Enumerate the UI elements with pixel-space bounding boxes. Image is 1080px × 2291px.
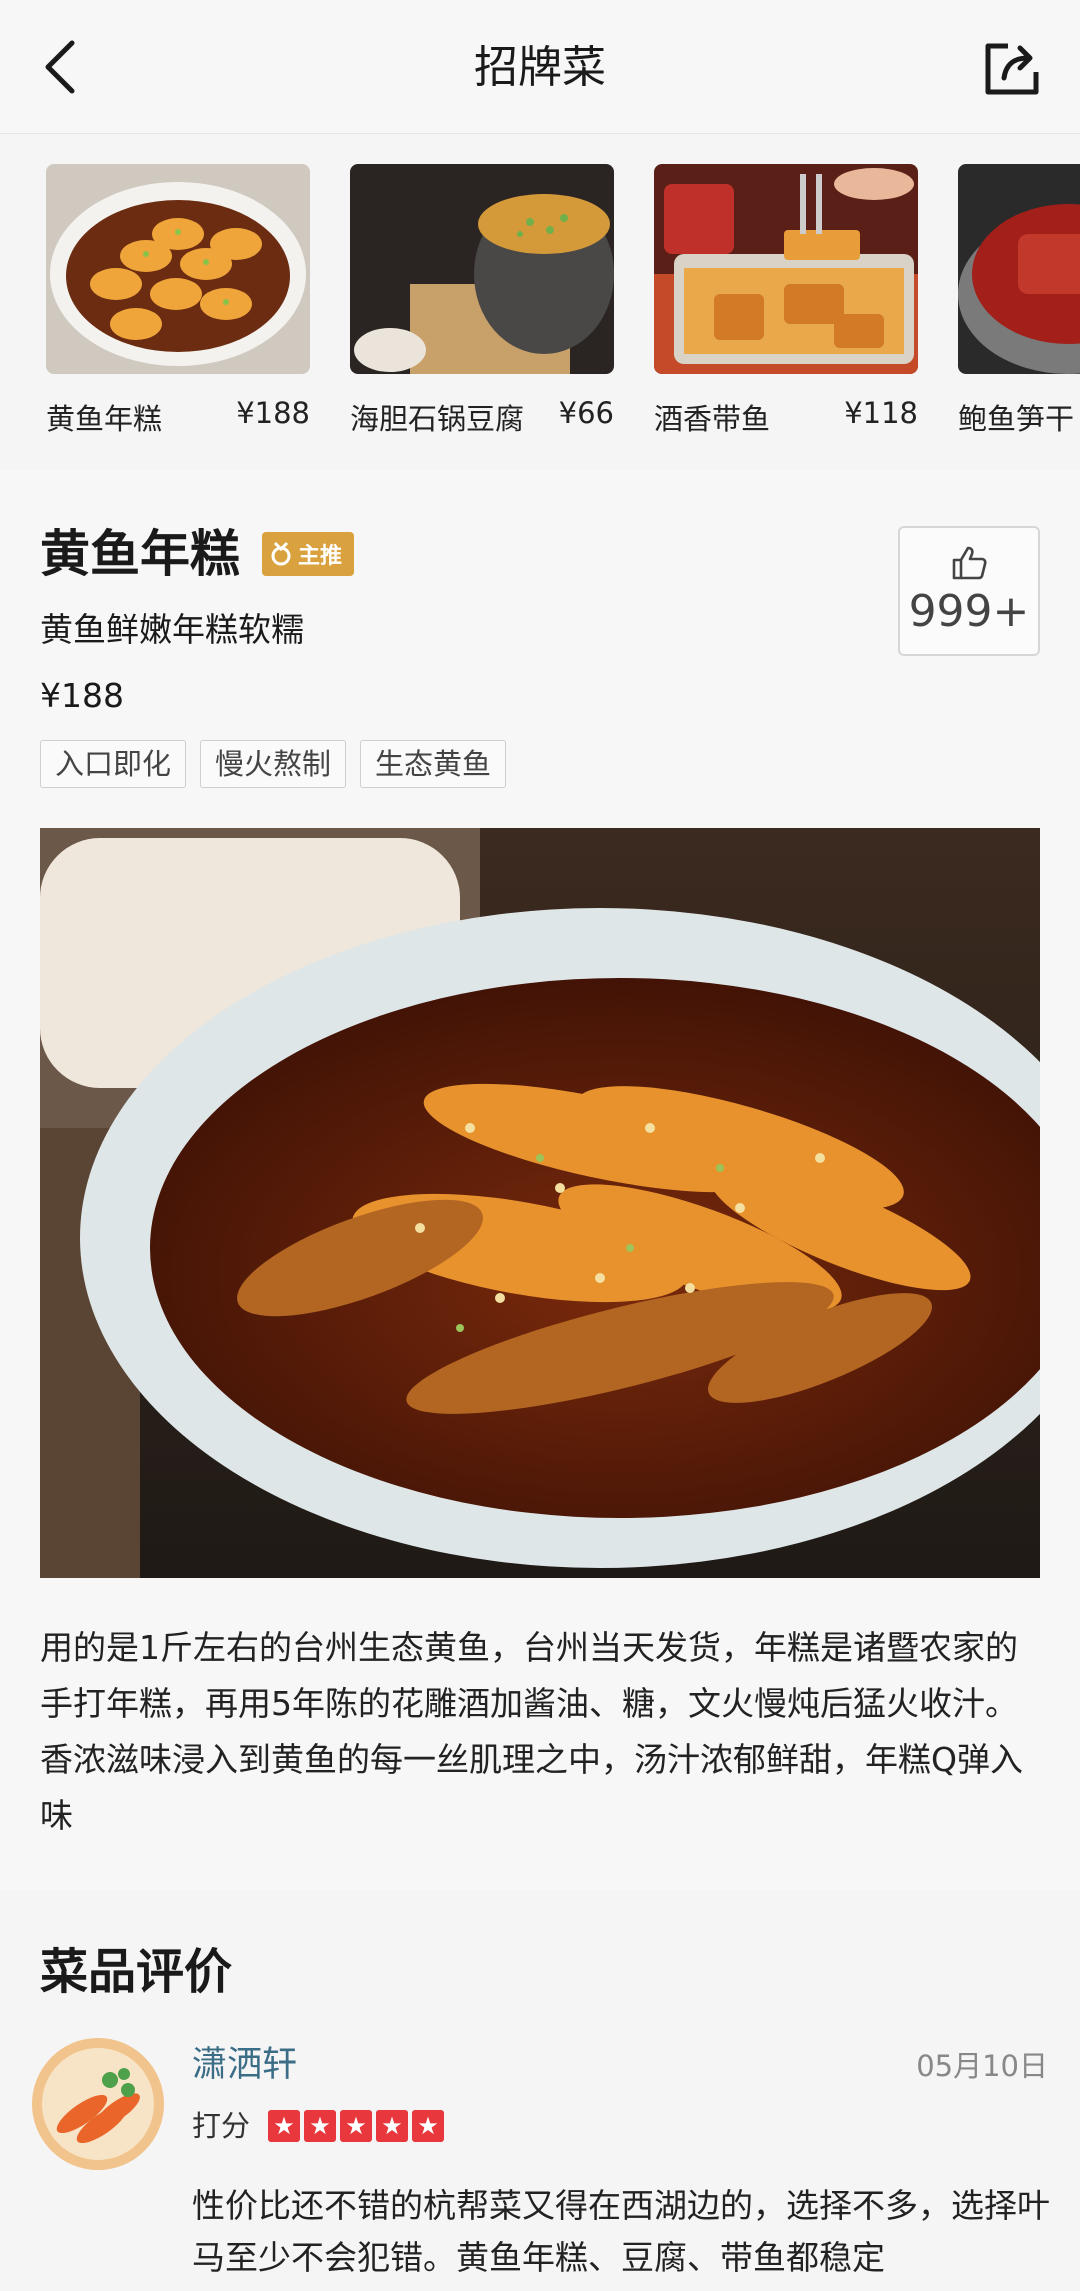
dish-name: 酒香带鱼 [654,402,771,436]
dish-image [654,164,918,374]
avatar[interactable] [32,2038,164,2170]
dish-detail-panel: 黄鱼年糕 主推 黄鱼鲜嫩年糕软糯 ¥188 入口即化 慢火熬制 生态黄鱼 999… [0,470,1080,1890]
dish-name: 鲍鱼笋干 [958,402,1075,436]
top-bar: 招牌菜 [0,0,1080,134]
rating-stars: ★ ★ ★ ★ ★ [268,2110,444,2142]
dish-image [958,164,1080,374]
dish-card[interactable]: 海胆石锅豆腐 ¥66 [350,164,614,438]
tag: 慢火熬制 [200,740,347,788]
tag: 入口即化 [40,740,187,788]
badge-label: 主推 [298,544,343,569]
share-button[interactable] [980,36,1044,100]
dish-card[interactable]: 酒香带鱼 ¥118 [654,164,918,438]
like-count: 999+ [908,586,1030,637]
thumbs-up-icon [952,546,987,580]
dish-price: ¥188 [40,676,124,715]
reviews-title: 菜品评价 [40,1944,233,2000]
dish-card[interactable]: 黄鱼年糕 ¥188 [46,164,310,438]
tag-list: 入口即化 慢火熬制 生态黄鱼 [40,740,507,788]
dish-card[interactable]: 鲍鱼笋干 [958,164,1080,438]
dish-title: 黄鱼年糕 [40,525,240,583]
dish-price: ¥188 [236,396,310,430]
star-icon: ★ [268,2110,300,2142]
star-icon: ★ [340,2110,372,2142]
dish-price: ¥118 [844,396,918,430]
review-date: 05月10日 [916,2049,1048,2083]
star-icon: ★ [304,2110,336,2142]
dish-price: ¥66 [558,396,614,430]
like-button[interactable]: 999+ [898,526,1040,656]
share-icon [985,43,1039,95]
dish-name: 黄鱼年糕 [46,402,163,436]
review-text: 性价比还不错的杭帮菜又得在西湖边的，选择不多，选择叶马至少不会犯错。黄鱼年糕、豆… [192,2186,1050,2277]
tag: 生态黄鱼 [360,740,507,788]
dish-image [46,164,310,374]
star-icon: ★ [376,2110,408,2142]
dish-hero-image [40,828,1040,1578]
star-icon: ★ [412,2110,444,2142]
medal-icon [271,541,291,566]
signature-dish-strip: 黄鱼年糕 ¥188 海胆石锅豆腐 ¥66 酒香带鱼 ¥118 鲍鱼笋干 [0,134,1080,454]
dish-name: 海胆石锅豆腐 [350,402,525,436]
dish-subtitle: 黄鱼鲜嫩年糕软糯 [40,610,304,649]
dish-description: 用的是1斤左右的台州生态黄鱼，台州当天发货，年糕是诸暨农家的手打年糕，再用5年陈… [40,1628,1023,1835]
score-label: 打分 [192,2109,251,2143]
page-title: 招牌菜 [474,42,606,93]
recommend-badge: 主推 [262,532,355,576]
dish-image [350,164,614,374]
reviewer-name[interactable]: 潇洒轩 [192,2042,297,2088]
